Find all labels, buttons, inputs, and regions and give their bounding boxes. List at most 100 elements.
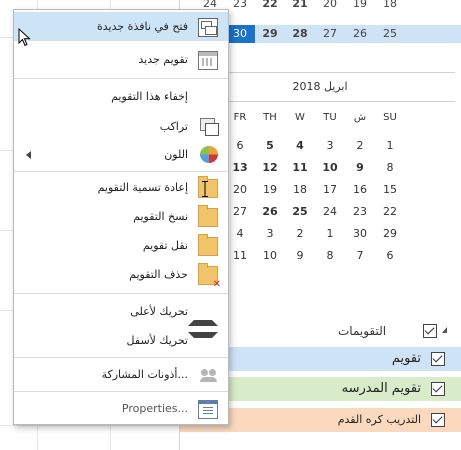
day-cell[interactable]: 19 xyxy=(255,180,285,200)
day-cell[interactable]: 4 xyxy=(285,136,315,156)
calendar-item-label: التدريب كره القدم xyxy=(337,413,421,426)
day-cell[interactable]: 26 xyxy=(255,202,285,222)
day-cell[interactable]: 7 xyxy=(345,246,375,266)
day-cell[interactable]: 1 xyxy=(375,136,405,156)
day-cell[interactable]: 16 xyxy=(345,180,375,200)
calendars-group-checkbox[interactable] xyxy=(423,324,437,338)
menu-item-sharing-permissions[interactable]: أذونات المشاركة... xyxy=(14,360,228,389)
day-cell[interactable]: 30 xyxy=(345,224,375,244)
day-cell[interactable]: 8 xyxy=(375,158,405,178)
menu-item-rename-calendar[interactable]: إعادة تسمية التقويم xyxy=(14,173,228,202)
copy-folder-icon xyxy=(198,205,218,227)
menu-item-copy-calendar[interactable]: نسخ التقويم xyxy=(14,202,228,231)
day-cell[interactable]: 17 xyxy=(315,180,345,200)
day-cell[interactable]: 11 xyxy=(225,246,255,266)
menu-divider xyxy=(14,171,228,172)
day-cell[interactable]: 21 xyxy=(285,0,315,13)
overlay-icon xyxy=(200,118,219,136)
menu-item-hide-calendar[interactable]: إخفاء هذا التقويم xyxy=(14,82,228,111)
menu-item-color[interactable]: اللون xyxy=(14,140,228,169)
menu-item-new-calendar[interactable]: تقويم جديد xyxy=(14,45,228,74)
day-cell[interactable]: 18 xyxy=(285,180,315,200)
menu-item-label: نقل تقويم xyxy=(142,239,188,252)
day-cell[interactable]: 2 xyxy=(285,224,315,244)
day-cell[interactable]: 8 xyxy=(315,246,345,266)
day-cell[interactable]: 1 xyxy=(315,224,345,244)
calendar-context-menu: فتح في نافذة جديدة تقويم جديد إخفاء هذا … xyxy=(13,9,229,425)
mini-calendar-week[interactable]: 21201918171615 xyxy=(195,180,461,200)
mini-calendar-week[interactable]: 7654321 xyxy=(195,136,461,156)
mini-calendar-week[interactable]: 141312111098 xyxy=(195,158,461,178)
day-cell[interactable]: 15 xyxy=(375,180,405,200)
menu-item-overlay[interactable]: تراكب xyxy=(14,112,228,141)
divider xyxy=(190,72,455,73)
day-cell[interactable]: 22 xyxy=(255,0,285,13)
menu-item-move-down[interactable]: تحريك لأسفل xyxy=(14,326,228,355)
day-cell[interactable]: 25 xyxy=(375,25,405,43)
day-cell[interactable]: 12 xyxy=(255,158,285,178)
divider xyxy=(190,101,455,102)
day-cell[interactable]: 4 xyxy=(225,224,255,244)
day-cell[interactable]: 28 xyxy=(285,25,315,43)
menu-item-label: نسخ التقويم xyxy=(133,210,188,223)
day-cell[interactable]: 26 xyxy=(345,25,375,43)
day-cell[interactable]: 6 xyxy=(375,246,405,266)
day-cell[interactable]: 3 xyxy=(255,224,285,244)
day-cell[interactable]: 23 xyxy=(225,0,255,13)
menu-item-label: إعادة تسمية التقويم xyxy=(97,181,188,194)
menu-item-open-new-window[interactable]: فتح في نافذة جديدة xyxy=(14,12,228,41)
calendars-group-header[interactable]: التقويمات xyxy=(338,322,386,340)
mini-calendar-week[interactable]: 28272625242322 xyxy=(195,202,461,222)
collapse-chevron-icon[interactable] xyxy=(442,327,447,333)
menu-item-label: تحريك لأعلى xyxy=(130,305,188,318)
day-cell[interactable]: 9 xyxy=(285,246,315,266)
weekday-label: TU xyxy=(323,112,337,123)
day-cell[interactable]: 13 xyxy=(225,158,255,178)
mini-calendar-week[interactable]: 1211109876 xyxy=(195,246,461,266)
new-window-icon xyxy=(198,18,218,37)
day-cell[interactable]: 20 xyxy=(315,0,345,13)
day-cell[interactable]: 6 xyxy=(225,136,255,156)
color-icon xyxy=(200,146,218,163)
day-cell[interactable]: 18 xyxy=(375,0,405,13)
menu-item-label: فتح في نافذة جديدة xyxy=(97,20,188,33)
day-cell[interactable]: 27 xyxy=(315,25,345,43)
day-cell[interactable]: 20 xyxy=(225,180,255,200)
day-cell[interactable]: 10 xyxy=(315,158,345,178)
menu-item-label: إخفاء هذا التقويم xyxy=(111,90,188,103)
day-cell[interactable]: 10 xyxy=(255,246,285,266)
calendar-item-checkbox[interactable] xyxy=(431,382,445,396)
day-cell[interactable]: 29 xyxy=(255,25,285,43)
menu-item-move-calendar[interactable]: نقل تقويم xyxy=(14,231,228,260)
menu-divider xyxy=(14,293,228,294)
day-cell[interactable]: 9 xyxy=(345,158,375,178)
day-cell[interactable]: 30 xyxy=(225,25,255,43)
weekday-label: ش xyxy=(353,112,367,123)
menu-item-move-up[interactable]: تحريك لأعلى xyxy=(14,297,228,326)
calendar-item-checkbox[interactable] xyxy=(431,352,445,366)
menu-item-delete-calendar[interactable]: حذف التقويم xyxy=(14,260,228,290)
day-cell[interactable]: 29 xyxy=(375,224,405,244)
menu-item-label: Properties... xyxy=(121,402,188,415)
menu-item-label: تراكب xyxy=(159,120,188,133)
day-cell[interactable]: 5 xyxy=(255,136,285,156)
mini-calendar-selected-week[interactable]: 31302928272625 xyxy=(195,25,461,43)
day-cell[interactable]: 23 xyxy=(345,202,375,222)
day-cell[interactable]: 25 xyxy=(285,202,315,222)
move-up-icon xyxy=(188,303,218,326)
move-down-icon xyxy=(188,332,218,355)
mini-calendar-week[interactable]: 543213029 xyxy=(195,224,461,244)
calendar-item-label: تقويم المدرسه xyxy=(341,381,421,396)
calendar-item-checkbox[interactable] xyxy=(431,413,445,427)
menu-divider xyxy=(14,78,228,79)
day-cell[interactable]: 19 xyxy=(345,0,375,13)
day-cell[interactable]: 24 xyxy=(315,202,345,222)
day-cell[interactable]: 27 xyxy=(225,202,255,222)
day-cell[interactable]: 22 xyxy=(375,202,405,222)
day-cell[interactable]: 2 xyxy=(345,136,375,156)
day-cell[interactable]: 11 xyxy=(285,158,315,178)
weekday-label: W xyxy=(295,112,305,123)
menu-item-properties[interactable]: Properties... xyxy=(14,394,228,423)
delete-folder-icon xyxy=(198,263,221,290)
day-cell[interactable]: 3 xyxy=(315,136,345,156)
